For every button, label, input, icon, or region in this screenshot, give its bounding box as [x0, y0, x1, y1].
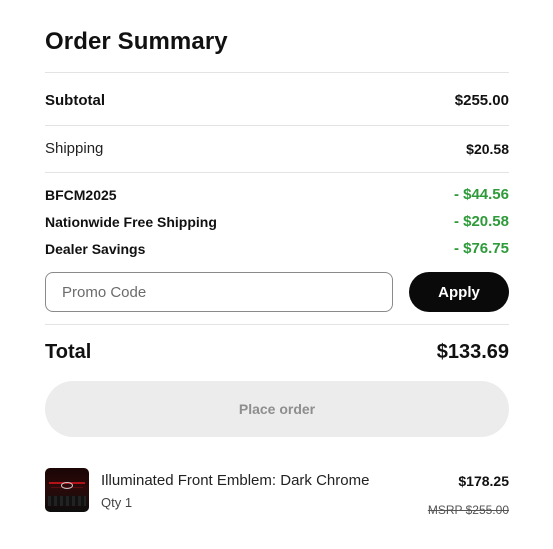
item-name: Illuminated Front Emblem: Dark Chrome — [101, 472, 370, 489]
discount-value: - $76.75 — [453, 240, 509, 257]
place-order-button[interactable]: Place order — [45, 381, 509, 437]
total-label: Total — [45, 341, 92, 363]
discount-label: BFCM2025 — [45, 186, 117, 203]
divider — [45, 72, 509, 73]
divider — [45, 324, 509, 325]
divider — [45, 125, 509, 126]
discount-value: - $44.56 — [453, 186, 509, 203]
discount-row: Dealer Savings - $76.75 — [45, 240, 509, 257]
discount-row: Nationwide Free Shipping - $20.58 — [45, 213, 509, 230]
cart-item: Illuminated Front Emblem: Dark Chrome Qt… — [45, 468, 509, 518]
item-price: $178.25 — [458, 473, 509, 489]
item-quantity: Qty 1 — [101, 495, 133, 510]
discount-label: Nationwide Free Shipping — [45, 213, 217, 230]
subtotal-row: Subtotal $255.00 — [45, 92, 509, 109]
product-thumbnail — [45, 468, 89, 512]
shipping-label: Shipping — [45, 140, 104, 157]
total-value: $133.69 — [436, 341, 509, 363]
shipping-value: $20.58 — [466, 140, 509, 157]
discount-value: - $20.58 — [453, 213, 509, 230]
item-msrp: MSRP $255.00 — [427, 503, 509, 517]
apply-promo-button[interactable]: Apply — [409, 272, 509, 312]
subtotal-label: Subtotal — [45, 92, 105, 109]
promo-code-input[interactable] — [45, 272, 393, 312]
page-title: Order Summary — [45, 28, 228, 55]
shipping-row: Shipping $20.58 — [45, 140, 509, 157]
total-row: Total $133.69 — [45, 341, 509, 364]
divider — [45, 172, 509, 173]
subtotal-value: $255.00 — [454, 92, 509, 109]
discount-label: Dealer Savings — [45, 240, 146, 257]
discount-row: BFCM2025 - $44.56 — [45, 186, 509, 203]
